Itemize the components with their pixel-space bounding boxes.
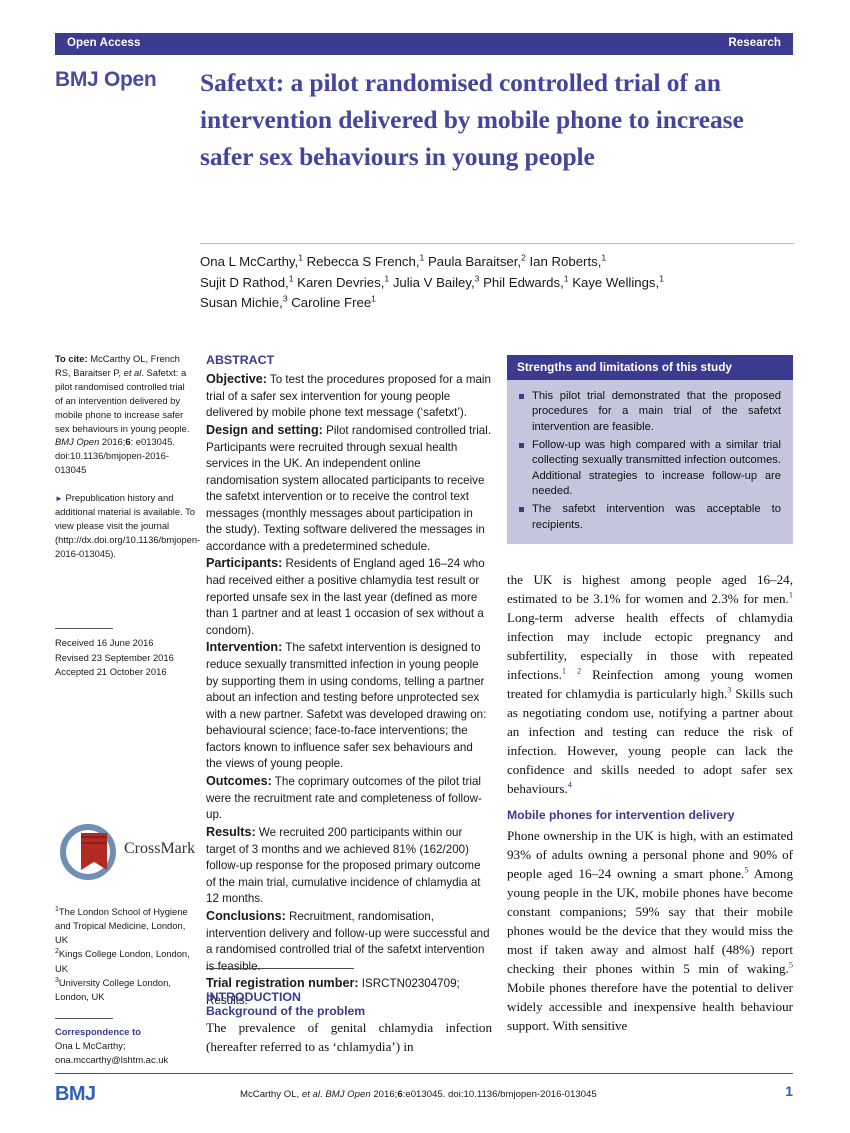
prepublication-note: ► Prepublication history and additional … (55, 491, 200, 561)
abstract-section-label: Design and setting: (206, 422, 323, 437)
abstract-section-text: The safetxt intervention is designed to … (206, 641, 487, 771)
publication-dates: Received 16 June 2016 Revised 23 Septemb… (55, 636, 200, 680)
strengths-limitations-box: Strengths and limitations of this study … (507, 355, 793, 545)
reference-marker[interactable]: 1 (789, 591, 793, 600)
citation-block: To cite: McCarthy OL, French RS, Baraits… (55, 353, 190, 476)
introduction-section: INTRODUCTION Background of the problem T… (206, 990, 492, 1057)
abstract-section-label: Outcomes: (206, 773, 272, 788)
prepublication-text[interactable]: Prepublication history and additional ma… (55, 492, 200, 559)
strengths-box-title: Strengths and limitations of this study (507, 355, 793, 380)
triangle-right-icon: ► (55, 494, 63, 504)
abstract-section-text: Pilot randomised controlled trial. Parti… (206, 423, 492, 553)
abstract-section-label: Objective: (206, 371, 267, 386)
abstract-section: Participants: Residents of England aged … (206, 555, 492, 639)
abstract-section-label: Trial registration number: (206, 976, 359, 991)
accepted-date: Accepted 21 October 2016 (55, 666, 167, 678)
abstract-body: Objective: To test the procedures propos… (206, 371, 492, 1010)
crossmark-ring-icon (60, 824, 116, 880)
correspondence-heading: Correspondence to (55, 1026, 141, 1038)
to-cite-label: To cite: (55, 353, 88, 364)
affiliations-block: 1The London School of Hygiene and Tropic… (55, 905, 197, 1067)
strengths-list-item: This pilot trial demonstrated that the p… (519, 389, 781, 435)
strengths-list: This pilot trial demonstrated that the p… (507, 380, 793, 544)
affiliation-2: 2Kings College London, London, UK (55, 948, 190, 974)
abstract-section: Objective: To test the procedures propos… (206, 371, 492, 422)
open-access-label: Open Access (67, 37, 141, 50)
received-date: Received 16 June 2016 (55, 637, 154, 648)
abstract-divider (206, 968, 354, 969)
author-line-3: Susan Michie,3 Caroline Free1 (200, 293, 376, 311)
affiliation-marker: 1 (659, 273, 664, 284)
journal-masthead: BMJ Open (55, 68, 157, 91)
affiliation-marker: 1 (371, 293, 376, 304)
footer-divider (55, 1073, 793, 1074)
rail-divider-1 (55, 628, 113, 629)
abstract-section: Outcomes: The coprimary outcomes of the … (206, 773, 492, 824)
rail-divider-2 (55, 1018, 113, 1020)
reference-marker[interactable]: 5 (789, 960, 793, 969)
crossmark-ribbon-icon (81, 833, 107, 870)
page-number: 1 (785, 1083, 793, 1099)
intro-paragraph-2: Phone ownership in the UK is high, with … (507, 827, 793, 1033)
open-access-banner: Open Access Research (55, 33, 793, 55)
affiliation-3: 3University College London, London, UK (55, 976, 171, 1003)
abstract-section: Design and setting: Pilot randomised con… (206, 422, 492, 556)
affiliation-1: 1The London School of Hygiene and Tropic… (55, 906, 188, 946)
intro-paragraph-1: the UK is highest among people aged 16–2… (507, 572, 793, 796)
abstract-section: Results: We recruited 200 participants w… (206, 824, 492, 908)
author-list: Ona L McCarthy,1 Rebecca S French,1 Paul… (200, 252, 795, 313)
abstract-section-label: Participants: (206, 556, 283, 571)
title-divider (200, 243, 795, 244)
affiliation-marker: 1 (601, 253, 607, 263)
crossmark-label: CrossMark (124, 840, 196, 857)
abstract-column: ABSTRACT Objective: To test the procedur… (206, 352, 492, 1010)
introduction-heading: INTRODUCTION (206, 990, 301, 1004)
article-type-label: Research (728, 37, 781, 50)
footer-citation: McCarthy OL, et al. BMJ Open 2016;6:e013… (240, 1089, 597, 1100)
introduction-subheading: Background of the problem (206, 1004, 366, 1018)
introduction-text: The prevalence of genital chlamydia infe… (206, 1020, 492, 1054)
correspondence-email[interactable]: ona.mccarthy@lshtm.ac.uk (55, 1053, 197, 1067)
author-line-2: Sujit D Rathod,1 Karen Devries,1 Julia V… (200, 273, 664, 290)
correspondence-name: Ona L McCarthy; (55, 1040, 126, 1052)
abstract-section: Conclusions: Recruitment, randomisation,… (206, 908, 492, 975)
revised-date: Revised 23 September 2016 (55, 651, 174, 663)
abstract-section-label: Intervention: (206, 640, 283, 655)
abstract-section-label: Conclusions: (206, 908, 286, 923)
left-rail: To cite: McCarthy OL, French RS, Baraits… (55, 352, 200, 575)
reference-marker[interactable]: 1 (562, 667, 566, 676)
abstract-section: Intervention: The safetxt intervention i… (206, 639, 492, 773)
abstract-section-label: Results: (206, 824, 256, 839)
right-column: the UK is highest among people aged 16–2… (507, 570, 793, 1035)
crossmark-logo[interactable]: CrossMark (58, 824, 198, 884)
abstract-heading: ABSTRACT (206, 353, 275, 367)
article-title: Safetxt: a pilot randomised controlled t… (200, 68, 744, 172)
bmj-logo[interactable]: BMJ (55, 1083, 96, 1106)
author-line-1: Ona L McCarthy,1 Rebecca S French,1 Paul… (200, 253, 607, 270)
strengths-list-item: The safetxt intervention was acceptable … (519, 502, 781, 533)
paper-page: Open Access Research BMJ Open Safetxt: a… (0, 0, 850, 1133)
reference-marker[interactable]: 4 (568, 781, 572, 790)
mobile-phones-subheading: Mobile phones for intervention delivery (507, 808, 735, 822)
strengths-list-item: Follow-up was high compared with a simil… (519, 438, 781, 499)
